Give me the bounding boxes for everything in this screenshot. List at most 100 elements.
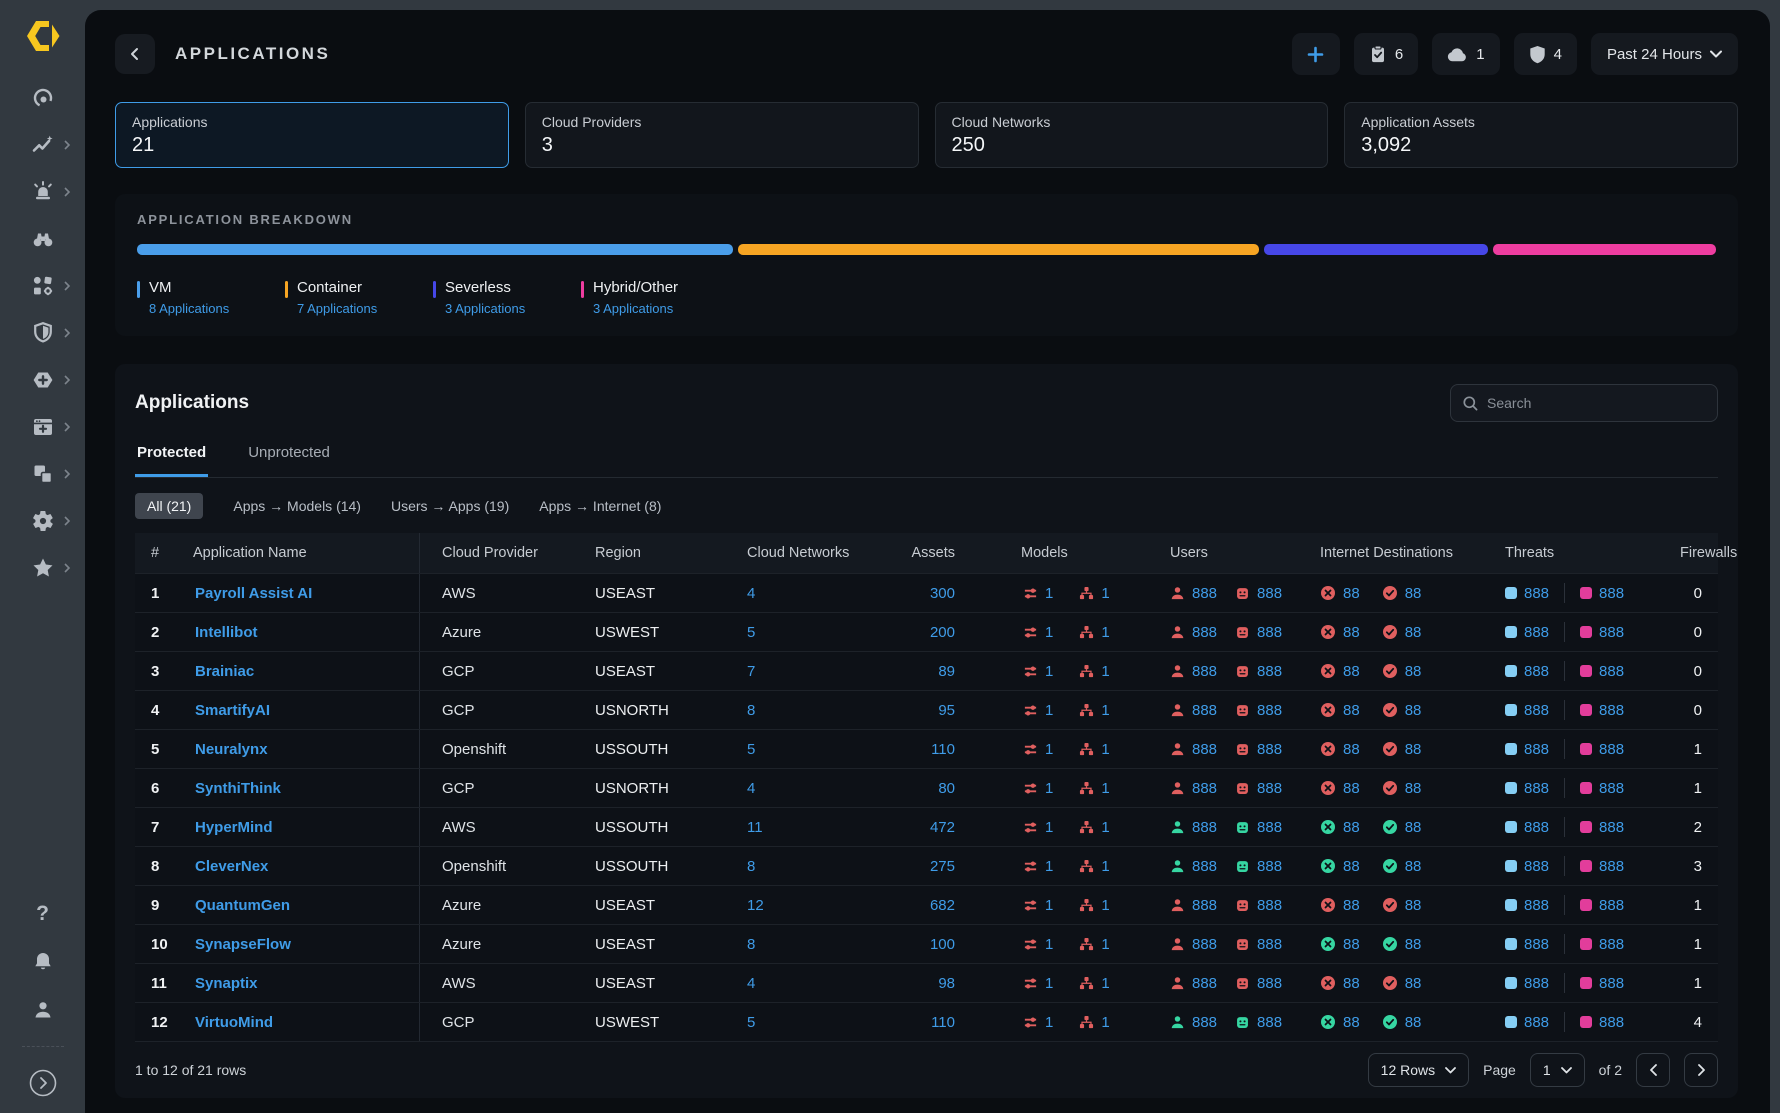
threats-pink-group[interactable]: 888 [1580,702,1624,719]
robots-count[interactable]: 888 [1257,663,1282,680]
models-hierarchy-group[interactable]: 1 [1079,1014,1109,1031]
sidebar-item-discovery[interactable] [0,227,85,251]
allowed-destinations-group[interactable]: 88 [1382,663,1422,680]
threats-blue-group[interactable]: 888 [1505,780,1549,797]
cloud-networks-link[interactable]: 5 [747,1014,755,1031]
threats-pink-group[interactable]: 888 [1580,858,1624,875]
allowed-count[interactable]: 88 [1405,858,1422,875]
threats-blue-group[interactable]: 888 [1505,897,1549,914]
users-count[interactable]: 888 [1192,897,1217,914]
users-robot-group[interactable]: 888 [1235,585,1282,602]
assets-link[interactable]: 98 [938,975,955,992]
users-robot-group[interactable]: 888 [1235,702,1282,719]
users-person-group[interactable]: 888 [1170,780,1217,797]
threats-pink-group[interactable]: 888 [1580,585,1624,602]
cloud-networks-link[interactable]: 8 [747,702,755,719]
threats-count[interactable]: 888 [1524,663,1549,680]
users-person-group[interactable]: 888 [1170,858,1217,875]
application-name-link[interactable]: HyperMind [193,819,273,836]
legend-item-hybrid-other[interactable]: Hybrid/Other 3 Applications [581,279,711,316]
users-person-group[interactable]: 888 [1170,1014,1217,1031]
time-range-dropdown[interactable]: Past 24 Hours [1591,33,1738,75]
stat-card-application-assets[interactable]: Application Assets 3,092 [1344,102,1738,168]
allowed-count[interactable]: 88 [1405,780,1422,797]
threats-count[interactable]: 888 [1599,819,1624,836]
prev-page-button[interactable] [1636,1053,1670,1087]
rows-per-page-select[interactable]: 12 Rows [1368,1053,1469,1087]
allowed-destinations-group[interactable]: 88 [1382,1014,1422,1031]
users-person-group[interactable]: 888 [1170,624,1217,641]
sidebar-item-applications[interactable] [0,415,85,439]
allowed-destinations-group[interactable]: 88 [1382,858,1422,875]
blocked-count[interactable]: 88 [1343,585,1360,602]
assets-link[interactable]: 100 [930,936,955,953]
blocked-count[interactable]: 88 [1343,897,1360,914]
table-row[interactable]: 4 SmartifyAI GCP USNORTH 8 95 1 1 888 88… [135,691,1718,730]
models-tune-group[interactable]: 1 [1023,1014,1053,1031]
models-count[interactable]: 1 [1101,741,1109,758]
users-robot-group[interactable]: 888 [1235,663,1282,680]
allowed-destinations-group[interactable]: 88 [1382,702,1422,719]
models-hierarchy-group[interactable]: 1 [1079,663,1109,680]
users-person-group[interactable]: 888 [1170,819,1217,836]
legend-item-vm[interactable]: VM 8 Applications [137,279,267,316]
users-robot-group[interactable]: 888 [1235,819,1282,836]
robots-count[interactable]: 888 [1257,741,1282,758]
allowed-count[interactable]: 88 [1405,741,1422,758]
allowed-count[interactable]: 88 [1405,975,1422,992]
users-robot-group[interactable]: 888 [1235,741,1282,758]
col-header-threats[interactable]: Threats [1495,545,1680,561]
models-hierarchy-group[interactable]: 1 [1079,624,1109,641]
cloud-networks-link[interactable]: 12 [747,897,764,914]
allowed-count[interactable]: 88 [1405,702,1422,719]
cloud-networks-link[interactable]: 8 [747,936,755,953]
users-count[interactable]: 888 [1192,741,1217,758]
models-count[interactable]: 1 [1045,897,1053,914]
col-header-num[interactable]: # [135,545,193,561]
threats-pink-group[interactable]: 888 [1580,936,1624,953]
blocked-destinations-group[interactable]: 88 [1320,663,1360,680]
allowed-count[interactable]: 88 [1405,663,1422,680]
back-button[interactable] [115,34,155,74]
blocked-destinations-group[interactable]: 88 [1320,624,1360,641]
models-count[interactable]: 1 [1045,858,1053,875]
users-person-group[interactable]: 888 [1170,663,1217,680]
threats-count[interactable]: 888 [1524,585,1549,602]
next-page-button[interactable] [1684,1053,1718,1087]
stat-card-cloud-providers[interactable]: Cloud Providers 3 [525,102,919,168]
col-header-region[interactable]: Region [585,545,737,561]
col-header-models[interactable]: Models [955,545,1170,561]
models-count[interactable]: 1 [1101,663,1109,680]
sidebar-item-alerts[interactable] [0,180,85,204]
stat-card-cloud-networks[interactable]: Cloud Networks 250 [935,102,1329,168]
models-count[interactable]: 1 [1045,780,1053,797]
robots-count[interactable]: 888 [1257,897,1282,914]
users-robot-group[interactable]: 888 [1235,624,1282,641]
col-header-networks[interactable]: Cloud Networks [737,545,875,561]
robots-count[interactable]: 888 [1257,585,1282,602]
assets-link[interactable]: 89 [938,663,955,680]
tasks-badge[interactable]: 6 [1354,33,1418,75]
col-header-assets[interactable]: Assets [875,545,955,561]
threats-count[interactable]: 888 [1599,741,1624,758]
col-header-internet[interactable]: Internet Destinations [1315,545,1495,561]
threats-pink-group[interactable]: 888 [1580,1014,1624,1031]
users-count[interactable]: 888 [1192,819,1217,836]
table-row[interactable]: 12 VirtuoMind GCP USWEST 5 110 1 1 888 8… [135,1003,1718,1042]
threats-pink-group[interactable]: 888 [1580,741,1624,758]
allowed-destinations-group[interactable]: 88 [1382,624,1422,641]
users-count[interactable]: 888 [1192,975,1217,992]
allowed-destinations-group[interactable]: 88 [1382,585,1422,602]
cloud-networks-link[interactable]: 8 [747,858,755,875]
blocked-destinations-group[interactable]: 88 [1320,858,1360,875]
legend-item-container[interactable]: Container 7 Applications [285,279,415,316]
filter-users-apps[interactable]: Users → Apps (19) [391,498,509,514]
cloud-networks-link[interactable]: 4 [747,780,755,797]
table-row[interactable]: 9 QuantumGen Azure USEAST 12 682 1 1 888… [135,886,1718,925]
blocked-count[interactable]: 88 [1343,858,1360,875]
models-tune-group[interactable]: 1 [1023,936,1053,953]
sidebar-item-inventory[interactable] [0,462,85,486]
threats-blue-group[interactable]: 888 [1505,936,1549,953]
models-hierarchy-group[interactable]: 1 [1079,897,1109,914]
breakdown-segment-0[interactable] [137,244,733,255]
